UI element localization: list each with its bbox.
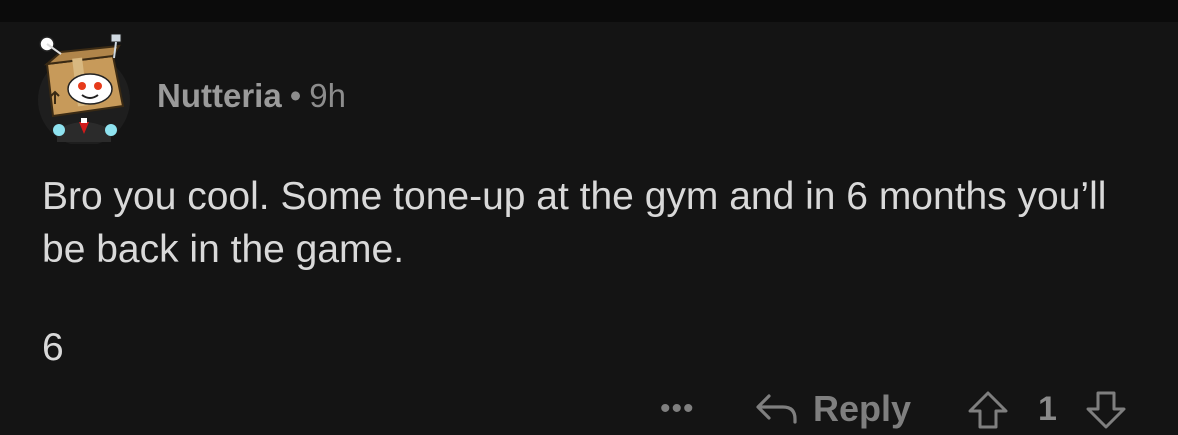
user-avatar[interactable] <box>35 33 133 146</box>
comment-meta: Nutteria • 9h <box>157 76 346 116</box>
comment-extra-line: 6 <box>42 326 64 369</box>
reply-label: Reply <box>813 388 912 429</box>
vote-count: 1 <box>1038 390 1057 428</box>
downvote-button[interactable] <box>1084 390 1128 430</box>
comment-actions: ••• Reply 1 <box>0 384 1178 434</box>
more-options-button[interactable]: ••• <box>660 384 708 434</box>
upvote-arrow-icon <box>968 391 1008 429</box>
meta-separator: • <box>289 77 302 114</box>
timestamp: 9h <box>309 77 346 114</box>
upvote-button[interactable] <box>966 390 1010 430</box>
comment-body: Bro you cool. Some tone-up at the gym an… <box>42 175 1107 271</box>
username[interactable]: Nutteria <box>157 77 282 114</box>
downvote-arrow-icon <box>1086 391 1126 429</box>
snoo-avatar-icon <box>38 33 130 146</box>
reply-arrow-icon <box>756 394 797 424</box>
reply-button[interactable]: Reply <box>755 384 911 434</box>
comment: Nutteria • 9h Bro you cool. Some tone-up a… <box>0 22 1178 431</box>
top-bar <box>0 0 1178 22</box>
